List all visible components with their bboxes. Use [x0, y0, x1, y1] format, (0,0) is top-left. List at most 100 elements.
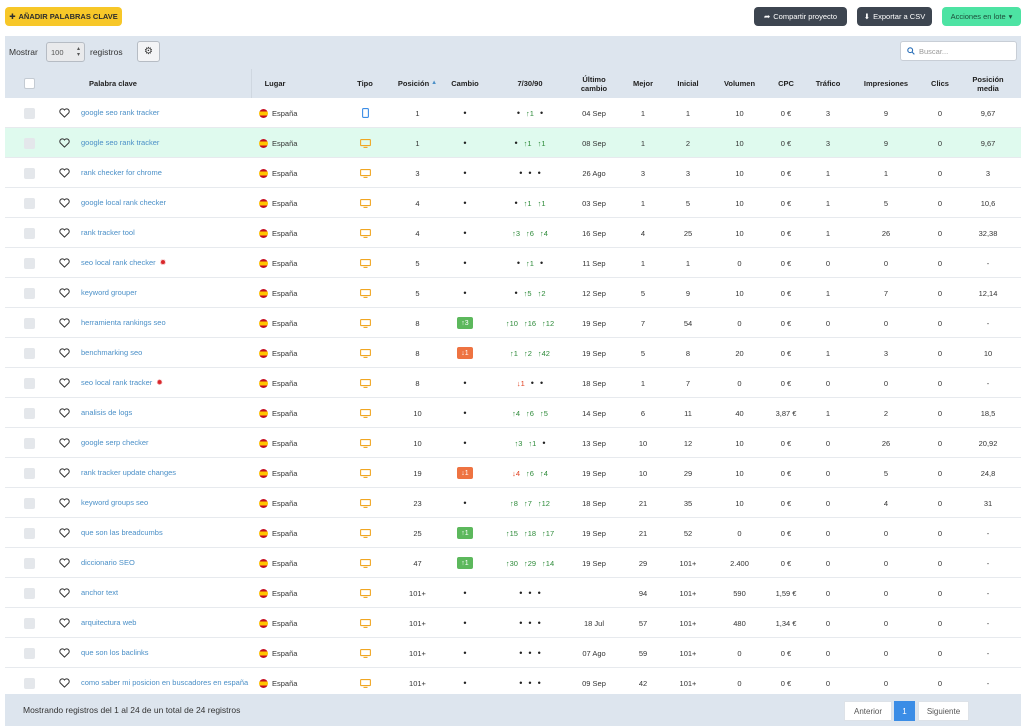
col-initial[interactable]: Inicial [668, 69, 708, 98]
col-trend[interactable]: 7/30/90 [505, 69, 555, 98]
col-change[interactable]: Cambio [445, 69, 485, 98]
row-checkbox[interactable] [23, 317, 35, 329]
keyword-link[interactable]: benchmarking seo [81, 338, 249, 368]
heart-icon[interactable] [58, 618, 70, 628]
row-checkbox[interactable] [23, 107, 35, 119]
row-checkbox[interactable] [23, 227, 35, 239]
row-checkbox[interactable] [23, 167, 35, 179]
row-checkbox[interactable] [23, 467, 35, 479]
device-type-cell [357, 398, 373, 428]
keyword-link[interactable]: keyword groups seo [81, 488, 249, 518]
position-value: 101+ [409, 588, 426, 598]
heart-icon[interactable] [58, 678, 70, 688]
heart-icon[interactable] [58, 378, 70, 388]
heart-icon[interactable] [58, 108, 70, 118]
row-checkbox[interactable] [23, 677, 35, 689]
heart-icon[interactable] [58, 648, 70, 658]
share-project-button[interactable]: ➦ Compartir proyecto [754, 7, 847, 26]
keyword-link[interactable]: google local rank checker [81, 188, 249, 218]
heart-icon[interactable] [58, 498, 70, 508]
spain-flag-icon [259, 498, 268, 508]
row-checkbox[interactable] [23, 287, 35, 299]
row-checkbox[interactable] [23, 407, 35, 419]
page-size-select[interactable]: 100 ▴ ▾ [46, 42, 85, 62]
heart-icon[interactable] [58, 468, 70, 478]
row-checkbox[interactable] [23, 617, 35, 629]
row-checkbox[interactable] [23, 587, 35, 599]
add-keywords-button[interactable]: ✚ AÑADIR PALABRAS CLAVE [5, 7, 122, 26]
row-checkbox[interactable] [23, 647, 35, 659]
bulk-actions-button[interactable]: Acciones en lote ▾ [942, 7, 1021, 26]
col-clicks[interactable]: Clics [923, 69, 957, 98]
keyword-link[interactable]: google seo rank tracker [81, 98, 249, 128]
col-traffic[interactable]: Tráfico [808, 69, 848, 98]
heart-icon[interactable] [58, 138, 70, 148]
keyword-link[interactable]: herramienta rankings seo [81, 308, 249, 338]
col-volume[interactable]: Volumen [717, 69, 762, 98]
heart-icon[interactable] [58, 318, 70, 328]
col-place[interactable]: Lugar [253, 69, 297, 98]
keyword-link[interactable]: google serp checker [81, 428, 249, 458]
row-checkbox[interactable] [23, 197, 35, 209]
desktop-icon [359, 318, 371, 328]
device-type-cell [357, 578, 373, 608]
position-value: 4 [415, 228, 420, 238]
trend-t30: ↑6 [526, 408, 534, 418]
device-type-cell [357, 278, 373, 308]
export-csv-button[interactable]: ⬇ Exportar a CSV [857, 7, 932, 26]
bug-icon: ✹ [156, 377, 163, 387]
heart-icon[interactable] [58, 588, 70, 598]
keyword-link[interactable]: diccionario SEO [81, 548, 249, 578]
keyword-link[interactable]: arquitectura web [81, 608, 249, 638]
volume-value: 0 [737, 648, 742, 658]
keyword-link[interactable]: que son las breadcumbs [81, 518, 249, 548]
device-type-cell [357, 488, 373, 518]
row-checkbox[interactable] [23, 137, 35, 149]
avg-position-value: 9,67 [980, 138, 996, 148]
heart-icon[interactable] [58, 228, 70, 238]
change-dot: • [463, 678, 467, 688]
row-checkbox[interactable] [23, 347, 35, 359]
col-avg-position[interactable]: Posición media [963, 69, 1013, 98]
row-checkbox[interactable] [23, 377, 35, 389]
keyword-link[interactable]: anchor text [81, 578, 249, 608]
pagination-previous[interactable]: Anterior [844, 701, 892, 721]
heart-icon[interactable] [58, 438, 70, 448]
keyword-link[interactable]: keyword grouper [81, 278, 249, 308]
keyword-link[interactable]: seo local rank checker ✹ [81, 248, 249, 278]
col-type[interactable]: Tipo [350, 69, 380, 98]
heart-icon[interactable] [58, 258, 70, 268]
select-all-checkbox[interactable] [23, 69, 35, 98]
heart-icon[interactable] [58, 288, 70, 298]
row-checkbox[interactable] [23, 557, 35, 569]
column-settings-button[interactable]: ⚙ [137, 41, 160, 62]
row-checkbox[interactable] [23, 257, 35, 269]
place-cell: España [259, 668, 319, 694]
heart-icon[interactable] [58, 168, 70, 178]
row-checkbox[interactable] [23, 497, 35, 509]
col-position[interactable]: Posición ▲ [390, 69, 445, 98]
col-last-change[interactable]: Último cambio [572, 69, 616, 98]
keyword-link[interactable]: google seo rank tracker [81, 128, 249, 158]
keyword-link[interactable]: analisis de logs [81, 398, 249, 428]
keyword-link[interactable]: como saber mi posicion en buscadores en … [81, 668, 249, 694]
col-keyword[interactable]: Palabra clave [83, 69, 143, 98]
col-best[interactable]: Mejor [625, 69, 661, 98]
heart-icon[interactable] [58, 348, 70, 358]
heart-icon[interactable] [58, 558, 70, 568]
heart-icon[interactable] [58, 528, 70, 538]
col-impressions[interactable]: Impresiones [855, 69, 917, 98]
row-checkbox[interactable] [23, 437, 35, 449]
keyword-link[interactable]: rank tracker update changes [81, 458, 249, 488]
keyword-link[interactable]: rank tracker tool [81, 218, 249, 248]
col-cpc[interactable]: CPC [769, 69, 803, 98]
heart-icon[interactable] [58, 198, 70, 208]
row-checkbox[interactable] [23, 527, 35, 539]
heart-icon[interactable] [58, 408, 70, 418]
pagination-next[interactable]: Siguiente [918, 701, 969, 721]
pagination-page-1[interactable]: 1 [894, 701, 915, 721]
keyword-link[interactable]: rank checker for chrome [81, 158, 249, 188]
keyword-link[interactable]: que son los baclinks [81, 638, 249, 668]
keyword-link[interactable]: seo local rank tracker ✹ [81, 368, 249, 398]
search-input[interactable]: Buscar... [900, 41, 1017, 61]
